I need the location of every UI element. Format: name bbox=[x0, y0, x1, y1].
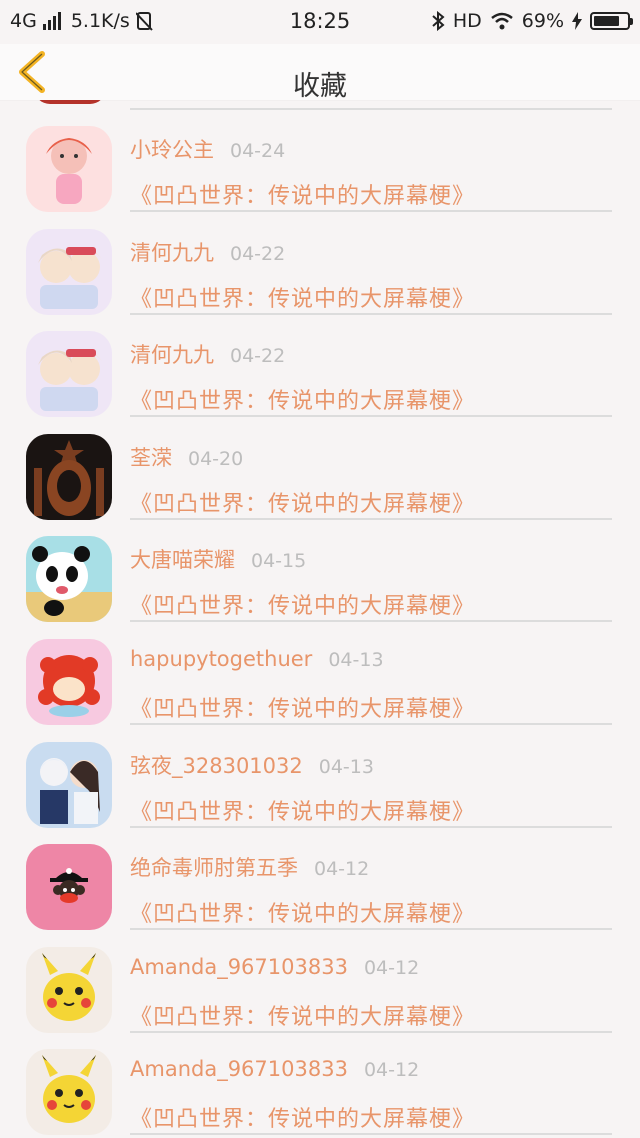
item-header: 清何九九 04-22 bbox=[130, 237, 285, 267]
user-name[interactable]: 清何九九 bbox=[130, 343, 214, 367]
item-header: Amanda_967103833 04-12 bbox=[130, 1057, 419, 1081]
user-name[interactable]: 大唐喵荣耀 bbox=[130, 548, 235, 572]
list-item[interactable]: 荃溁 04-20 《凹凸世界：传说中的大屏幕梗》 bbox=[0, 378, 640, 520]
item-date: 04-20 bbox=[188, 447, 244, 470]
user-name[interactable]: 绝命毒师肘第五季 bbox=[130, 856, 298, 880]
user-name[interactable]: Amanda_967103833 bbox=[130, 955, 348, 979]
battery-percent: 69% bbox=[521, 10, 564, 32]
list-item[interactable]: hapupytogethuer 04-13 《凹凸世界：传说中的大屏幕梗》 bbox=[0, 583, 640, 725]
status-bar: 4G 5.1K/s 18:25 HD 69% bbox=[0, 0, 640, 44]
partial-divider bbox=[130, 108, 612, 110]
item-date: 04-24 bbox=[230, 140, 286, 162]
hd-label: HD bbox=[452, 10, 482, 32]
user-name[interactable]: 弦夜_328301032 bbox=[130, 754, 303, 778]
item-header: 大唐喵荣耀 04-15 bbox=[130, 544, 306, 574]
list-item[interactable]: 弦夜_328301032 04-13 《凹凸世界：传说中的大屏幕梗》 bbox=[0, 686, 640, 828]
battery-icon bbox=[590, 12, 633, 30]
list-item[interactable]: 清何九九 04-22 《凹凸世界：传说中的大屏幕梗》 bbox=[0, 275, 640, 418]
item-date: 04-13 bbox=[318, 755, 374, 778]
user-name[interactable]: 荃溁 bbox=[130, 446, 172, 470]
avatar[interactable] bbox=[26, 1049, 112, 1136]
user-name[interactable]: Amanda_967103833 bbox=[130, 1057, 348, 1081]
item-date: 04-13 bbox=[328, 648, 384, 671]
item-title[interactable]: 《凹凸世界：传说中的大屏幕梗》 bbox=[130, 1101, 475, 1133]
user-name[interactable]: 小玲公主 bbox=[130, 138, 214, 162]
list-item[interactable]: 大唐喵荣耀 04-15 《凹凸世界：传说中的大屏幕梗》 bbox=[0, 480, 640, 623]
item-date: 04-22 bbox=[230, 345, 286, 368]
item-header: 荃溁 04-20 bbox=[130, 442, 243, 472]
item-header: Amanda_967103833 04-12 bbox=[130, 955, 419, 979]
battery-fill bbox=[594, 16, 619, 26]
charging-icon bbox=[572, 12, 582, 30]
item-header: 绝命毒师肘第五季 04-12 bbox=[130, 852, 369, 882]
user-name[interactable]: 清何九九 bbox=[130, 241, 214, 265]
user-name[interactable]: hapupytogethuer bbox=[130, 647, 312, 671]
item-date: 04-15 bbox=[251, 550, 307, 573]
favorites-list: 小玲公主 04-24 《凹凸世界：传说中的大屏幕梗》 清何九九 04-22 《凹凸世界：传… bbox=[0, 70, 640, 1136]
item-date: 04-12 bbox=[363, 956, 420, 979]
item-date: 04-22 bbox=[230, 242, 286, 265]
wifi-icon bbox=[490, 12, 513, 30]
nav-bar: 收藏 bbox=[0, 44, 640, 102]
divider bbox=[130, 1133, 612, 1136]
list-item[interactable]: 清何九九 04-22 《凹凸世界：传说中的大屏幕梗》 bbox=[0, 173, 640, 315]
item-header: 清何九九 04-22 bbox=[130, 339, 285, 369]
page-title: 收藏 bbox=[293, 71, 347, 102]
item-date: 04-12 bbox=[363, 1059, 420, 1082]
bluetooth-icon bbox=[432, 11, 445, 31]
list-item[interactable]: 绝命毒师肘第五季 04-12 《凹凸世界：传说中的大屏幕梗》 bbox=[0, 788, 640, 931]
item-header: 弦夜_328301032 04-13 bbox=[130, 750, 374, 780]
list-item[interactable]: Amanda_967103833 04-12 《凹凸世界：传说中的大屏幕梗》 bbox=[0, 891, 640, 1033]
status-right: HD 69% bbox=[431, 10, 633, 32]
item-header: 小玲公主 04-24 bbox=[130, 134, 285, 164]
list-item[interactable]: Amanda_967103833 04-12 《凹凸世界：传说中的大屏幕梗》 bbox=[0, 993, 640, 1136]
item-header: hapupytogethuer 04-13 bbox=[130, 647, 384, 671]
item-date: 04-12 bbox=[314, 858, 370, 881]
